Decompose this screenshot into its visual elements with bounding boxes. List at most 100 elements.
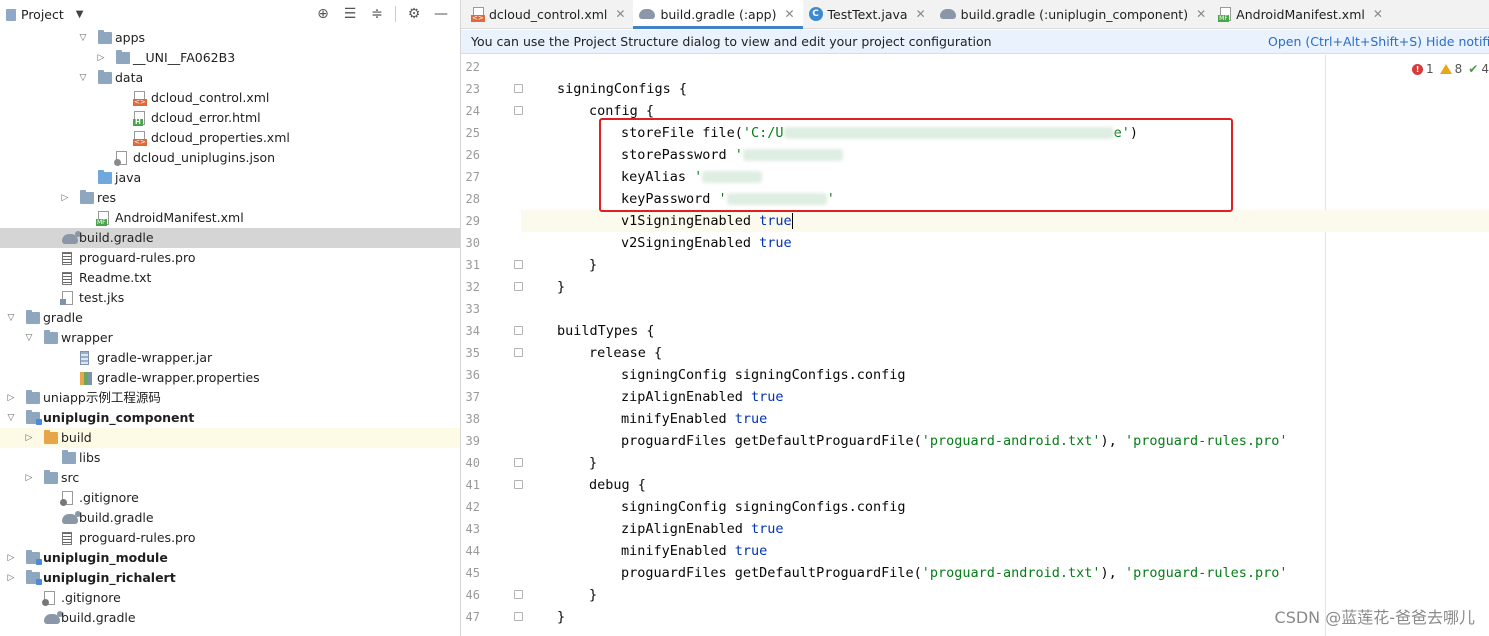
- fold-marker-icon[interactable]: [514, 612, 523, 621]
- tree-item[interactable]: ▷ build: [0, 428, 460, 448]
- code-line[interactable]: v1SigningEnabled true: [621, 210, 793, 232]
- locate-icon[interactable]: ⊕: [314, 5, 332, 23]
- tree-item[interactable]: ▽ gradle: [0, 308, 460, 328]
- tree-item[interactable]: ▷ res: [0, 188, 460, 208]
- tree-item[interactable]: dcloud_control.xml: [0, 88, 460, 108]
- hide-notification-link[interactable]: Hide notific: [1426, 34, 1489, 49]
- tree-item[interactable]: ▷ __UNI__FA062B3: [0, 48, 460, 68]
- code-line[interactable]: signingConfig signingConfigs.config: [621, 364, 905, 386]
- tree-item[interactable]: test.jks: [0, 288, 460, 308]
- tree-item[interactable]: gradle-wrapper.jar: [0, 348, 460, 368]
- fold-marker-icon[interactable]: [514, 260, 523, 269]
- close-icon[interactable]: ✕: [1373, 7, 1383, 21]
- tree-item[interactable]: ▽ data: [0, 68, 460, 88]
- tree-item[interactable]: proguard-rules.pro: [0, 528, 460, 548]
- chevron-down-icon[interactable]: ▽: [78, 28, 88, 48]
- chevron-down-icon[interactable]: ▽: [24, 328, 34, 348]
- tree-item[interactable]: ▽ apps: [0, 28, 460, 48]
- code-line[interactable]: }: [557, 606, 565, 628]
- code-line[interactable]: }: [589, 584, 597, 606]
- code-line[interactable]: proguardFiles getDefaultProguardFile('pr…: [621, 562, 1288, 584]
- fold-marker-icon[interactable]: [514, 84, 523, 93]
- code-line[interactable]: minifyEnabled true: [621, 540, 767, 562]
- code-line[interactable]: }: [557, 276, 565, 298]
- fold-marker-icon[interactable]: [514, 326, 523, 335]
- code-keyword: true: [751, 389, 784, 405]
- tree-item[interactable]: java: [0, 168, 460, 188]
- code-line[interactable]: proguardFiles getDefaultProguardFile('pr…: [621, 430, 1288, 452]
- tree-item[interactable]: ▷ uniapp示例工程源码: [0, 388, 460, 408]
- chevron-down-icon[interactable]: ▼: [76, 9, 84, 20]
- chevron-right-icon[interactable]: ▷: [6, 388, 16, 408]
- line-number: 43: [465, 522, 480, 536]
- tree-item[interactable]: gradle-wrapper.properties: [0, 368, 460, 388]
- open-project-structure-link[interactable]: Open (Ctrl+Alt+Shift+S): [1268, 34, 1422, 49]
- editor-tab[interactable]: AndroidManifest.xml ✕: [1214, 0, 1391, 28]
- code-line[interactable]: signingConfigs {: [557, 78, 687, 100]
- tree-item[interactable]: dcloud_properties.xml: [0, 128, 460, 148]
- collapse-all-icon[interactable]: ≑: [368, 5, 386, 23]
- chevron-down-icon[interactable]: ▽: [6, 408, 16, 428]
- close-icon[interactable]: ✕: [784, 7, 794, 21]
- tree-item[interactable]: dcloud_uniplugins.json: [0, 148, 460, 168]
- tree-item[interactable]: ▽ uniplugin_component: [0, 408, 460, 428]
- tree-item[interactable]: build.gradle: [0, 608, 460, 628]
- editor-tab[interactable]: build.gradle (:uniplugin_component) ✕: [934, 0, 1215, 28]
- chevron-right-icon[interactable]: ▷: [6, 548, 16, 568]
- chevron-right-icon[interactable]: ▷: [6, 568, 16, 588]
- tree-item[interactable]: build.gradle: [0, 228, 460, 248]
- close-icon[interactable]: ✕: [1196, 7, 1206, 21]
- chevron-right-icon[interactable]: ▷: [60, 188, 70, 208]
- code-line[interactable]: }: [589, 254, 597, 276]
- warning-icon: [1439, 64, 1452, 74]
- code-line[interactable]: minifyEnabled true: [621, 408, 767, 430]
- close-icon[interactable]: ✕: [916, 7, 926, 21]
- tree-item[interactable]: ▷ uniplugin_module: [0, 548, 460, 568]
- code-line[interactable]: release {: [589, 342, 662, 364]
- inspection-widget[interactable]: ! 1 8 ✔ 4: [1412, 62, 1489, 76]
- close-icon[interactable]: ✕: [615, 7, 625, 21]
- fold-marker-icon[interactable]: [514, 282, 523, 291]
- tree-item[interactable]: Readme.txt: [0, 268, 460, 288]
- tree-item[interactable]: dcloud_error.html: [0, 108, 460, 128]
- tree-item[interactable]: AndroidManifest.xml: [0, 208, 460, 228]
- tree-item[interactable]: build.gradle: [0, 508, 460, 528]
- fold-marker-icon[interactable]: [514, 480, 523, 489]
- tree-item[interactable]: ▷ src: [0, 468, 460, 488]
- gradle-icon: [62, 511, 81, 524]
- tree-item[interactable]: .gitignore: [0, 588, 460, 608]
- tree-item[interactable]: libs: [0, 448, 460, 468]
- weak-warning-count[interactable]: ✔ 4: [1468, 62, 1489, 76]
- code-line[interactable]: signingConfig signingConfigs.config: [621, 496, 905, 518]
- code-line[interactable]: }: [589, 452, 597, 474]
- editor-tab[interactable]: build.gradle (:app) ✕: [633, 0, 803, 29]
- chevron-down-icon[interactable]: ▽: [6, 308, 16, 328]
- code-line[interactable]: zipAlignEnabled true: [621, 386, 784, 408]
- fold-marker-icon[interactable]: [514, 106, 523, 115]
- fold-marker-icon[interactable]: [514, 590, 523, 599]
- code-line[interactable]: debug {: [589, 474, 646, 496]
- tree-item[interactable]: proguard-rules.pro: [0, 248, 460, 268]
- tree-item[interactable]: .gitignore: [0, 488, 460, 508]
- chevron-down-icon[interactable]: ▽: [78, 68, 88, 88]
- code-line[interactable]: v2SigningEnabled true: [621, 232, 792, 254]
- chevron-right-icon[interactable]: ▷: [24, 428, 34, 448]
- code-line[interactable]: buildTypes {: [557, 320, 655, 342]
- fold-marker-icon[interactable]: [514, 458, 523, 467]
- error-count[interactable]: ! 1: [1412, 62, 1434, 76]
- editor-tab[interactable]: C TestText.java ✕: [803, 0, 934, 28]
- tree-item[interactable]: ▷ uniplugin_richalert: [0, 568, 460, 588]
- signing-highlight-box: [599, 118, 1233, 212]
- fold-marker-icon[interactable]: [514, 348, 523, 357]
- expand-all-icon[interactable]: ☰: [341, 5, 359, 23]
- tree-item-label: __UNI__FA062B3: [133, 50, 236, 65]
- code-line[interactable]: zipAlignEnabled true: [621, 518, 784, 540]
- editor-tab[interactable]: dcloud_control.xml ✕: [467, 0, 633, 28]
- chevron-right-icon[interactable]: ▷: [24, 468, 34, 488]
- tree-item[interactable]: ▽ wrapper: [0, 328, 460, 348]
- warning-count[interactable]: 8: [1439, 62, 1462, 76]
- project-view-title[interactable]: Project: [21, 7, 64, 22]
- minimize-icon[interactable]: —: [432, 5, 450, 23]
- chevron-right-icon[interactable]: ▷: [96, 48, 106, 68]
- gear-icon[interactable]: ⚙: [405, 5, 423, 23]
